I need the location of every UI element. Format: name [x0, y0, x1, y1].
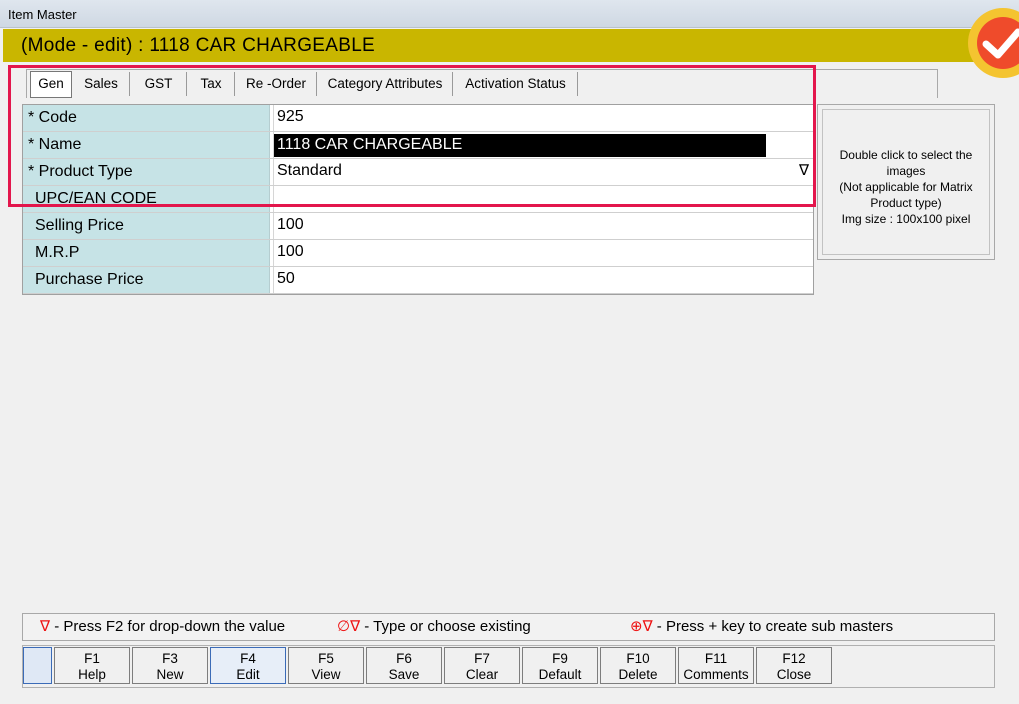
field-value-product-type[interactable]: Standard ∇: [273, 159, 814, 185]
window-title: Item Master: [8, 7, 77, 22]
tab-strip: Gen Sales GST Tax Re -Order Category Att…: [26, 69, 938, 98]
item-field-grid: * Code 925 * Name 1118 CAR CHARGEABLE * …: [22, 104, 814, 295]
legend-sub-master-hint: ⊕∇ - Press + key to create sub masters: [630, 618, 894, 635]
tab-reorder[interactable]: Re -Order: [236, 72, 317, 96]
field-label-mrp: M.R.P: [23, 240, 270, 266]
type-choose-symbol-icon: ∅∇: [337, 618, 361, 635]
image-hint-line: Double click to select the: [839, 148, 973, 162]
tab-gst[interactable]: GST: [131, 72, 187, 96]
default-button[interactable]: F9 Default: [522, 647, 598, 684]
dropdown-icon[interactable]: ∇: [799, 159, 809, 183]
field-row-mrp: M.R.P 100: [23, 240, 813, 267]
shortcut-legend: ∇ - Press F2 for drop-down the value ∅∇ …: [22, 613, 995, 641]
delete-button[interactable]: F10 Delete: [600, 647, 676, 684]
field-label-code: * Code: [23, 105, 270, 131]
mode-bar: (Mode - edit) : 1118 CAR CHARGEABLE: [3, 29, 1019, 62]
field-row-upc: UPC/EAN CODE: [23, 186, 813, 213]
view-button[interactable]: F5 View: [288, 647, 364, 684]
image-selector-frame: Double click to select the images (Not a…: [822, 109, 990, 255]
field-row-purchase-price: Purchase Price 50: [23, 267, 813, 294]
field-label-purchase-price: Purchase Price: [23, 267, 270, 293]
image-hint-line: images: [886, 164, 926, 178]
tab-tax[interactable]: Tax: [188, 72, 235, 96]
field-label-upc: UPC/EAN CODE: [23, 186, 270, 212]
new-button[interactable]: F3 New: [132, 647, 208, 684]
field-row-product-type: * Product Type Standard ∇: [23, 159, 813, 186]
function-key-bar: F1 Help F3 New F4 Edit F5 View F6 Save F7 Clea…: [22, 645, 995, 688]
tab-category-attributes[interactable]: Category Attributes: [318, 72, 453, 96]
field-row-name: * Name 1118 CAR CHARGEABLE: [23, 132, 813, 159]
field-label-name: * Name: [23, 132, 270, 158]
field-row-selling-price: Selling Price 100: [23, 213, 813, 240]
comments-button[interactable]: F11 Comments: [678, 647, 754, 684]
field-label-selling-price: Selling Price: [23, 213, 270, 239]
close-button[interactable]: F12 Close: [756, 647, 832, 684]
field-value-purchase-price[interactable]: 50: [273, 267, 814, 293]
name-selection-highlight: 1118 CAR CHARGEABLE: [274, 134, 766, 157]
tab-activation-status[interactable]: Activation Status: [454, 72, 578, 96]
tab-gen[interactable]: Gen: [30, 71, 72, 98]
dropdown-symbol-icon: ∇: [40, 618, 51, 635]
image-hint-line: (Not applicable for Matrix: [839, 180, 973, 194]
image-hint-line: Img size : 100x100 pixel: [841, 212, 971, 226]
window-titlebar: Item Master: [0, 0, 1019, 28]
edit-button[interactable]: F4 Edit: [210, 647, 286, 684]
field-label-product-type: * Product Type: [23, 159, 270, 185]
tab-sales[interactable]: Sales: [73, 72, 130, 96]
mode-text: (Mode - edit) : 1118 CAR CHARGEABLE: [21, 35, 376, 56]
checkmark-icon: [982, 28, 1019, 59]
blank-key-button[interactable]: [23, 647, 52, 684]
clear-button[interactable]: F7 Clear: [444, 647, 520, 684]
help-button[interactable]: F1 Help: [54, 647, 130, 684]
field-value-selling-price[interactable]: 100: [273, 213, 814, 239]
save-button[interactable]: F6 Save: [366, 647, 442, 684]
legend-type-choose-hint: ∅∇ - Type or choose existing: [337, 618, 531, 635]
legend-dropdown-hint: ∇ - Press F2 for drop-down the value: [40, 618, 286, 635]
field-value-mrp[interactable]: 100: [273, 240, 814, 266]
image-hint-line: Product type): [870, 196, 942, 210]
image-selector[interactable]: Double click to select the images (Not a…: [817, 104, 995, 260]
field-row-code: * Code 925: [23, 105, 813, 132]
add-sub-master-symbol-icon: ⊕∇: [630, 618, 653, 635]
field-value-upc[interactable]: [273, 186, 814, 212]
field-value-code[interactable]: 925: [273, 105, 814, 131]
field-value-name[interactable]: 1118 CAR CHARGEABLE: [273, 132, 814, 158]
